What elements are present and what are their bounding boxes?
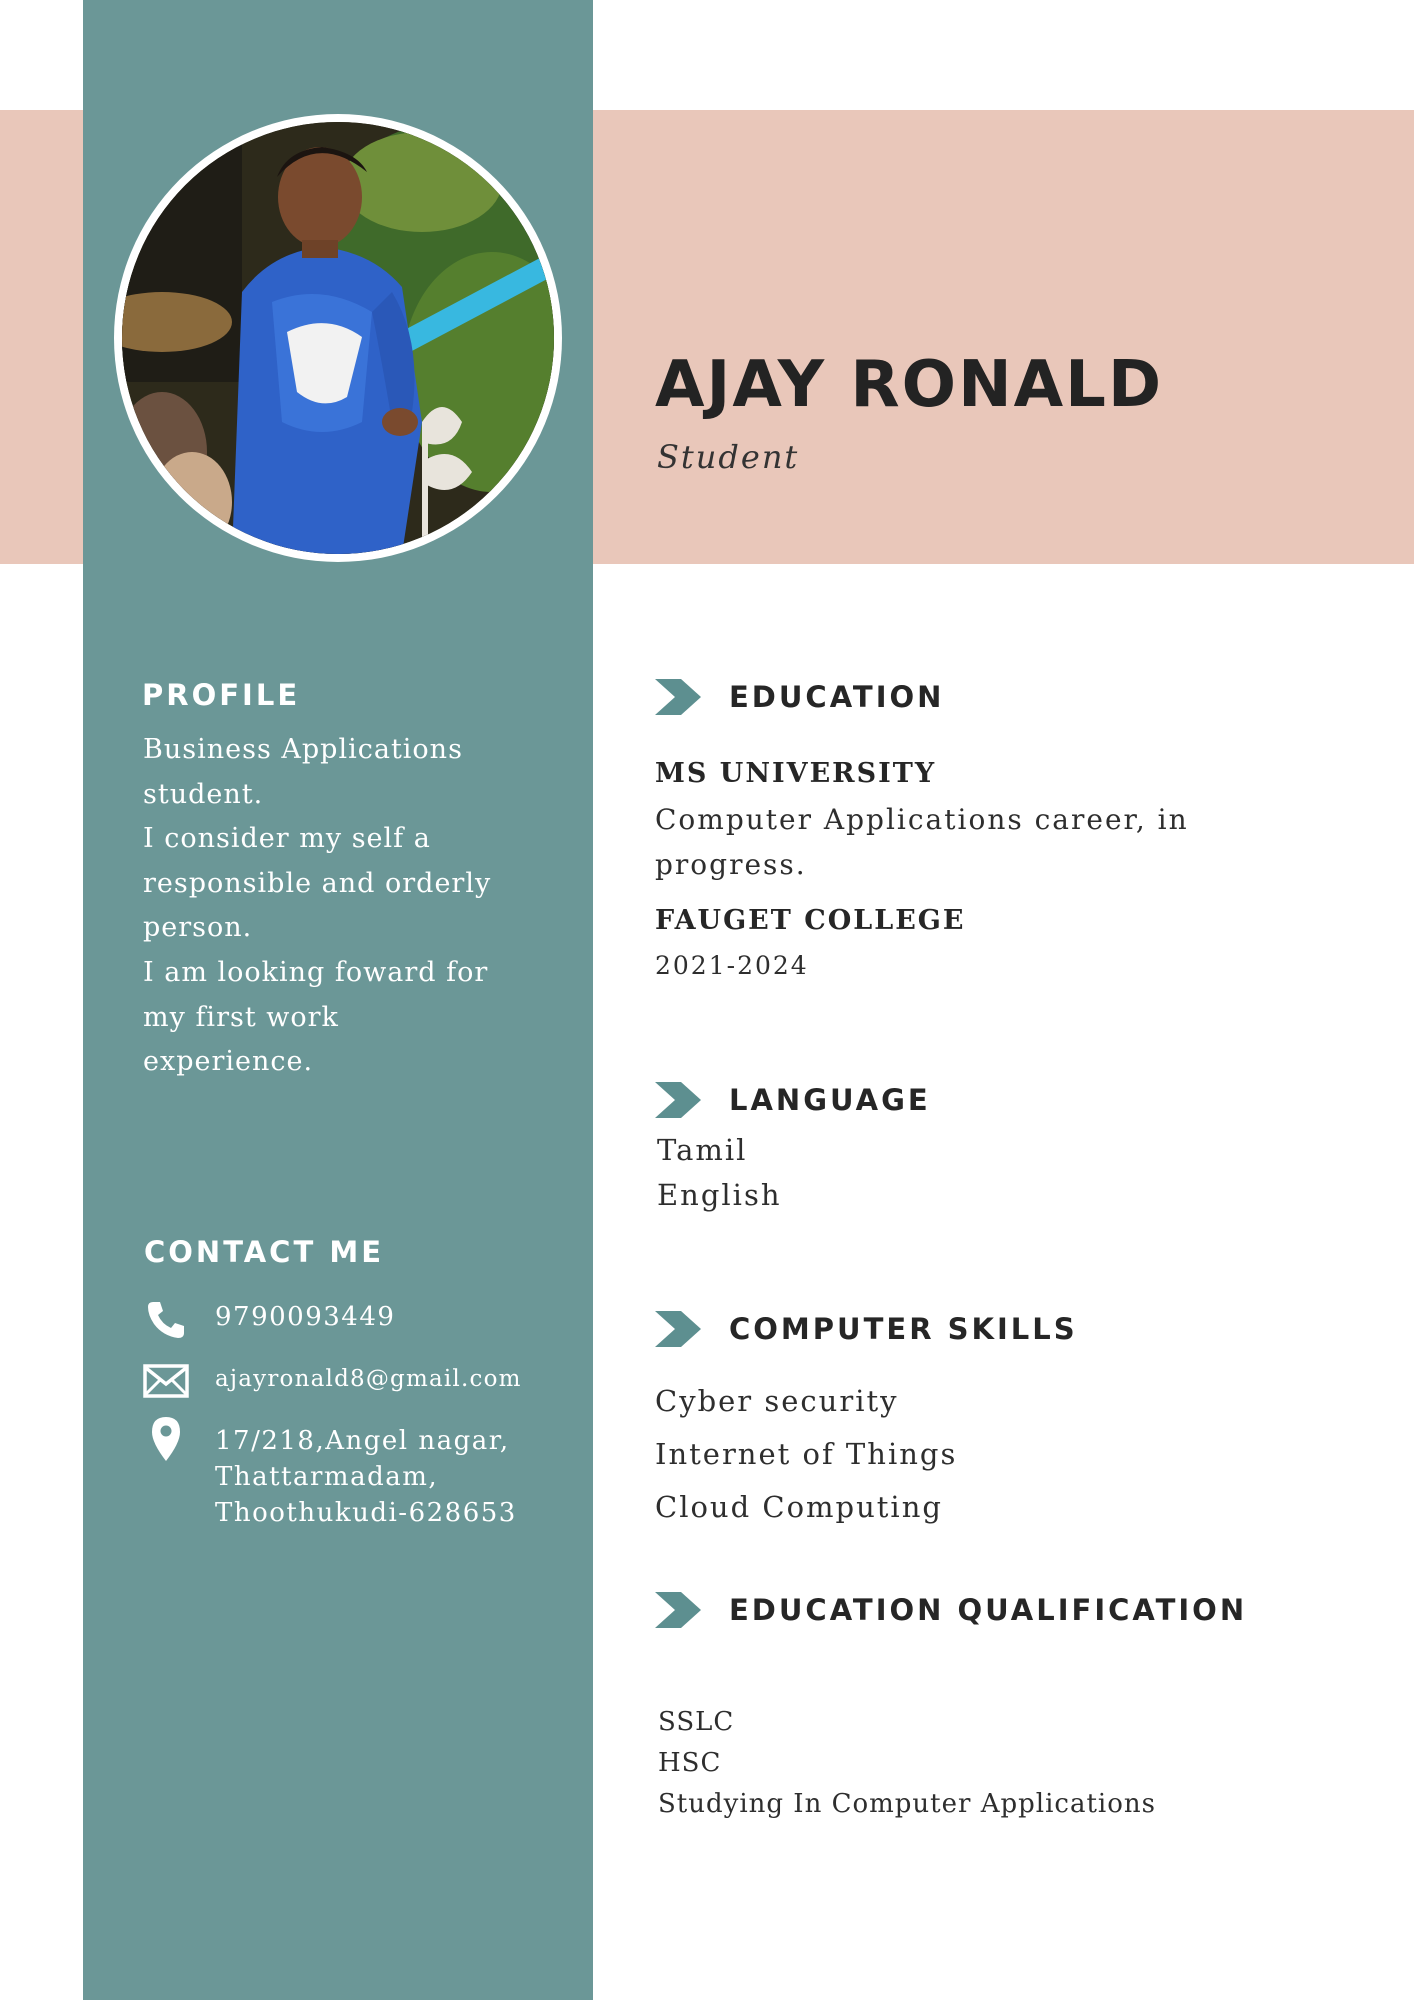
profile-line: Business Applications [143, 734, 463, 765]
profile-photo [122, 122, 554, 554]
language-item: Tamil [657, 1133, 748, 1167]
qualification-item: SSLC [658, 1707, 735, 1737]
education-detail-line: Computer Applications career, in [655, 803, 1189, 836]
profile-line: I am looking foward for [143, 956, 489, 988]
language-heading: LANGUAGE [729, 1083, 931, 1117]
education-detail-line: progress. [655, 848, 807, 881]
skill-item: Cyber security [655, 1384, 899, 1418]
chevron-right-icon [655, 1311, 701, 1347]
language-item: English [657, 1178, 782, 1212]
candidate-role: Student [657, 438, 800, 476]
mail-icon [143, 1364, 189, 1398]
profile-line: experience. [143, 1046, 314, 1078]
qualification-list: SSLC HSC Studying In Computer Applicatio… [658, 1702, 1156, 1825]
candidate-name: AJAY RONALD [655, 348, 1164, 422]
resume-page: AJAY RONALD Student PROFILE Business App… [0, 0, 1414, 2000]
skill-item: Cloud Computing [655, 1490, 943, 1524]
contact-address: 17/218,Angel nagar, Thattarmadam, Thooth… [143, 1415, 583, 1535]
language-list: Tamil English [657, 1128, 782, 1218]
education-heading: EDUCATION [729, 680, 945, 714]
phone-number: 9790093449 [215, 1302, 396, 1332]
education-institution: MS UNIVERSITY [655, 758, 937, 789]
contact-email: ajayronald8@gmail.com [143, 1358, 583, 1402]
chevron-right-icon [655, 1082, 701, 1118]
qualification-item: HSC [658, 1748, 722, 1778]
address-block: 17/218,Angel nagar, Thattarmadam, Thooth… [215, 1423, 517, 1531]
education-details: Computer Applications career, in progres… [655, 797, 1189, 887]
profile-line: person. [143, 912, 253, 944]
education-years: 2021-2024 [655, 951, 809, 980]
contact-heading: CONTACT ME [144, 1235, 385, 1269]
skills-list: Cyber security Internet of Things Cloud … [655, 1375, 957, 1534]
contact-phone: 9790093449 [143, 1298, 583, 1342]
email-address: ajayronald8@gmail.com [215, 1366, 522, 1392]
profile-line: I consider my self a [143, 823, 431, 855]
location-pin-icon [152, 1417, 180, 1461]
profile-line: student. [143, 778, 264, 810]
qualification-heading: EDUCATION QUALIFICATION [729, 1593, 1248, 1627]
phone-icon [148, 1302, 184, 1338]
address-line: Thattarmadam, [215, 1462, 439, 1492]
qualification-item: Studying In Computer Applications [658, 1789, 1156, 1819]
education-institution: FAUGET COLLEGE [655, 905, 966, 936]
address-line: 17/218,Angel nagar, [215, 1426, 510, 1456]
profile-line: my first work [143, 1001, 339, 1033]
address-line: Thoothukudi-628653 [215, 1498, 517, 1528]
chevron-right-icon [655, 679, 701, 715]
profile-summary: Business Applications student. I conside… [143, 728, 563, 1085]
skill-item: Internet of Things [655, 1437, 958, 1471]
profile-line: responsible and orderly [143, 867, 492, 899]
profile-heading: PROFILE [142, 678, 301, 712]
skills-heading: COMPUTER SKILLS [729, 1312, 1078, 1346]
chevron-right-icon [655, 1592, 701, 1628]
